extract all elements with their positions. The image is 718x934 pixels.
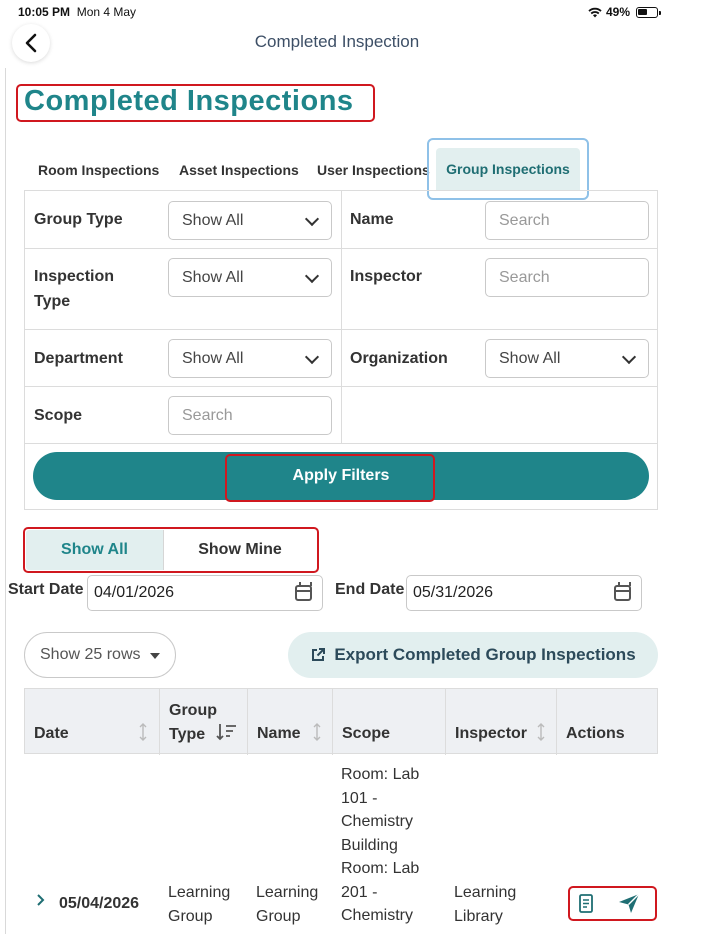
column-header-scope: Scope [342, 725, 391, 742]
calendar-icon[interactable] [295, 582, 312, 601]
column-header-name[interactable]: Name [257, 722, 301, 746]
inspection-type-select[interactable]: Show All [168, 258, 332, 297]
end-date-value: 05/31/2026 [413, 584, 494, 601]
tab-group-inspections[interactable]: Group Inspections [436, 148, 580, 190]
highlight-box [568, 886, 657, 921]
group-type-value: Show All [182, 212, 244, 229]
scope-label: Scope [34, 407, 83, 424]
grid-divider [25, 386, 657, 387]
start-date-label: Start Date [8, 581, 84, 598]
expand-icon[interactable] [36, 893, 45, 907]
sort-icon[interactable] [313, 723, 321, 741]
inspections-table: Date Group Type Name Scope Inspector Acti… [24, 688, 658, 934]
row-name: Learning Group [256, 884, 319, 925]
chevron-down-icon [621, 349, 637, 365]
column-divider [556, 689, 557, 755]
group-type-select[interactable]: Show All [168, 201, 332, 240]
grid-divider [25, 248, 657, 249]
highlight-box [16, 84, 375, 122]
status-time: 10:05 PM Mon 4 May [18, 5, 137, 19]
highlight-box [225, 454, 435, 502]
grid-divider [341, 191, 342, 443]
nav-title: Completed Inspection [254, 32, 420, 51]
column-divider [247, 689, 248, 755]
table-header: Date Group Type Name Scope Inspector Acti… [24, 688, 658, 755]
sort-icon[interactable] [216, 723, 238, 741]
chevron-down-icon [304, 349, 320, 365]
export-icon [312, 648, 326, 661]
inspector-search-input[interactable]: Search [485, 258, 649, 297]
column-header-date[interactable]: Date [34, 722, 69, 746]
column-header-inspector[interactable]: Inspector [455, 722, 527, 746]
name-search-input[interactable]: Search [485, 201, 649, 240]
row-scope: Room: Lab 101 - Chemistry Building Room:… [341, 766, 420, 924]
chevron-down-icon [304, 211, 320, 227]
battery-percent: 49% [605, 5, 630, 19]
row-group-type: Learning Group [168, 884, 231, 925]
caret-down-icon [150, 653, 160, 659]
export-button[interactable]: Export Completed Group Inspections [288, 632, 658, 678]
inspection-type-label: Inspection Type [34, 268, 115, 310]
calendar-icon[interactable] [614, 582, 631, 601]
export-label: Export Completed Group Inspections [334, 645, 636, 664]
name-label: Name [350, 211, 394, 228]
grid-divider [25, 443, 657, 444]
organization-value: Show All [499, 350, 561, 367]
tab-room-inspections[interactable]: Room Inspections [38, 162, 159, 178]
divider [5, 68, 6, 934]
wifi-icon [588, 7, 602, 17]
sort-icon[interactable] [537, 723, 545, 741]
column-divider [159, 689, 160, 755]
start-date-value: 04/01/2026 [94, 584, 175, 601]
group-type-label: Group Type [34, 211, 123, 228]
column-header-group-type[interactable]: Group Type [169, 699, 217, 747]
status-right: 49% [588, 5, 661, 19]
row-inspector: Learning Library [454, 884, 517, 925]
grid-divider [25, 329, 657, 330]
scope-search-input[interactable]: Search [168, 396, 332, 435]
rows-per-page-value: Show 25 rows [40, 646, 141, 663]
tab-user-inspections[interactable]: User Inspections [317, 162, 430, 178]
organization-select[interactable]: Show All [485, 339, 649, 378]
department-label: Department [34, 350, 123, 367]
end-date-label: End Date [335, 581, 405, 598]
column-header-actions: Actions [566, 725, 625, 742]
column-divider [332, 689, 333, 755]
department-select[interactable]: Show All [168, 339, 332, 378]
rows-per-page-select[interactable]: Show 25 rows [24, 632, 176, 678]
chevron-down-icon [304, 268, 320, 284]
inspector-label: Inspector [350, 268, 423, 285]
inspection-type-value: Show All [182, 269, 244, 286]
battery-icon [636, 6, 661, 18]
sort-icon[interactable] [139, 723, 147, 741]
end-date-input[interactable]: 05/31/2026 [406, 575, 642, 611]
start-date-input[interactable]: 04/01/2026 [87, 575, 323, 611]
status-bar: 10:05 PM Mon 4 May 49% [0, 0, 718, 24]
column-divider [445, 689, 446, 755]
organization-label: Organization [350, 350, 448, 367]
department-value: Show All [182, 350, 244, 367]
tab-asset-inspections[interactable]: Asset Inspections [179, 162, 299, 178]
row-date: 05/04/2026 [59, 895, 140, 912]
highlight-box [23, 527, 319, 573]
